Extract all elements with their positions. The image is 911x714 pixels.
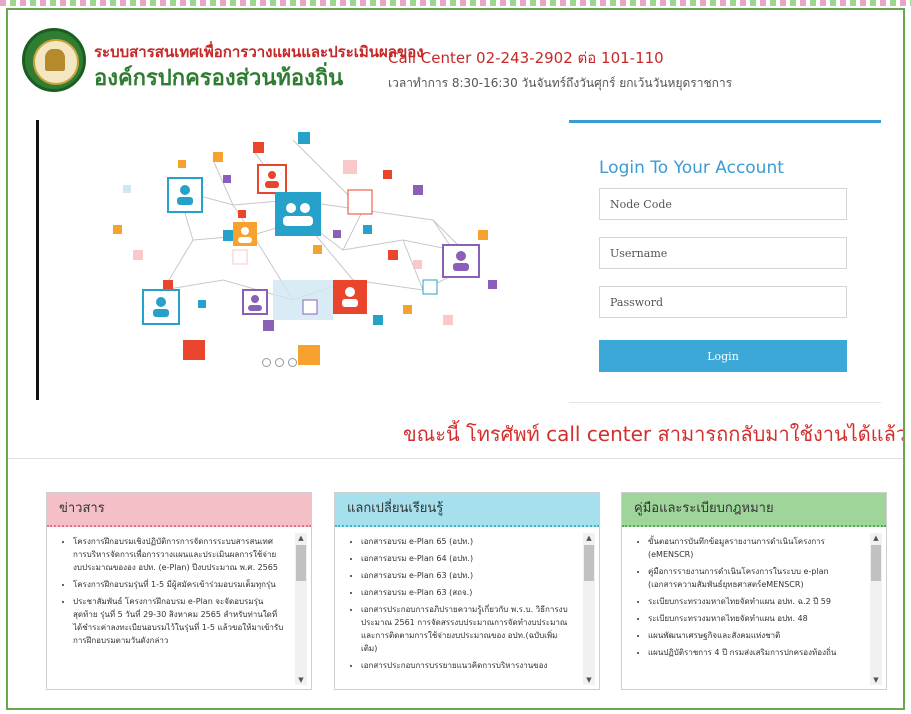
office-hours: เวลาทำการ 8:30-16:30 วันจันทร์ถึงวันศุกร… — [388, 76, 733, 90]
panel-knowledge-body: เอกสารอบรม e-Plan 65 (อปท.) เอกสารอบรม e… — [335, 527, 599, 689]
section-divider — [8, 458, 903, 459]
scroll-up-icon[interactable]: ▲ — [295, 533, 307, 543]
panel-news: ข่าวสาร โครงการฝึกอบรมเชิงปฏิบัติการการจ… — [46, 492, 312, 690]
carousel-dot[interactable] — [262, 358, 271, 367]
login-bottom-border — [569, 402, 881, 403]
scroll-down-icon[interactable]: ▼ — [295, 675, 307, 685]
username-input[interactable] — [599, 237, 847, 269]
scrollbar-thumb[interactable] — [871, 545, 881, 581]
carousel-dot[interactable] — [275, 358, 284, 367]
list-item[interactable]: แผนปฏิบัติราชการ 4 ปี กรมส่งเสริมการปกคร… — [648, 646, 860, 659]
password-input[interactable] — [599, 286, 847, 318]
scrollbar[interactable]: ▲ ▼ — [870, 533, 882, 685]
scrollbar-thumb[interactable] — [584, 545, 594, 581]
call-center-notice: ขณะนี้ โทรศัพท์ call center สามารถกลับมา… — [403, 422, 905, 446]
login-title: Login To Your Account — [599, 158, 784, 178]
list-item[interactable]: โครงการฝึกอบรมรุ่นที่ 1-5 มีผู้สมัครเข้า… — [73, 578, 285, 591]
hero-left-divider — [36, 120, 39, 400]
list-item[interactable]: ระเบียบกระทรวงมหาดไทยจัดทำแผน อปท. 48 — [648, 612, 860, 625]
panel-manuals-body: ขั้นตอนการบันทึกข้อมูลรายงานการดำเนินโคร… — [622, 527, 886, 689]
network-illustration — [113, 132, 497, 365]
login-button[interactable]: Login — [599, 340, 847, 372]
list-item[interactable]: ขั้นตอนการบันทึกข้อมูลรายงานการดำเนินโคร… — [648, 535, 860, 561]
list-item[interactable]: เอกสารอบรม e-Plan 63 (อปท.) — [361, 569, 573, 582]
list-item[interactable]: ประชาสัมพันธ์ โครงการฝึกอบรม e-Plan จะจั… — [73, 595, 285, 647]
scroll-up-icon[interactable]: ▲ — [583, 533, 595, 543]
list-item[interactable]: ระเบียบกระทรวงมหาดไทยจัดทำแผน อปท. ฉ.2 ป… — [648, 595, 860, 608]
scrollbar-thumb[interactable] — [296, 545, 306, 581]
scroll-down-icon[interactable]: ▼ — [870, 675, 882, 685]
panel-knowledge-title: แลกเปลี่ยนเรียนรู้ — [347, 501, 444, 516]
panel-knowledge-header: แลกเปลี่ยนเรียนรู้ — [335, 493, 599, 527]
call-center-info: Call Center 02-243-2902 ต่อ 101-110 — [388, 49, 664, 67]
panel-manuals-title: คู่มือและระเบียบกฎหมาย — [634, 501, 774, 516]
panel-manuals: คู่มือและระเบียบกฎหมาย ขั้นตอนการบันทึกข… — [621, 492, 887, 690]
department-logo — [22, 28, 86, 92]
scroll-down-icon[interactable]: ▼ — [583, 675, 595, 685]
list-item[interactable]: เอกสารประกอบการอภิปรายความรู้เกี่ยวกับ พ… — [361, 603, 573, 655]
list-item[interactable]: เอกสารอบรม e-Plan 65 (อปท.) — [361, 535, 573, 548]
list-item[interactable]: โครงการฝึกอบรมเชิงปฏิบัติการการจัดการระบ… — [73, 535, 285, 574]
panel-news-header: ข่าวสาร — [47, 493, 311, 527]
site-title-line2: องค์กรปกครองส่วนท้องถิ่น — [94, 66, 344, 91]
list-item[interactable]: เอกสารอบรม e-Plan 63 (สถจ.) — [361, 586, 573, 599]
scrollbar[interactable]: ▲ ▼ — [583, 533, 595, 685]
node-code-input[interactable] — [599, 188, 847, 220]
list-item[interactable]: แผนพัฒนาเศรษฐกิจและสังคมแห่งชาติ — [648, 629, 860, 642]
scroll-up-icon[interactable]: ▲ — [870, 533, 882, 543]
list-item[interactable]: เอกสารประกอบการบรรยายแนวคิดการบริหารงานข… — [361, 659, 573, 672]
login-top-border — [569, 120, 881, 123]
panel-news-body: โครงการฝึกอบรมเชิงปฏิบัติการการจัดการระบ… — [47, 527, 311, 689]
panel-news-title: ข่าวสาร — [59, 501, 105, 516]
top-dashed-border — [0, 0, 911, 6]
scrollbar[interactable]: ▲ ▼ — [295, 533, 307, 685]
page-frame: ระบบสารสนเทศเพื่อการวางแผนและประเมินผลขอ… — [6, 8, 905, 710]
panel-knowledge: แลกเปลี่ยนเรียนรู้ เอกสารอบรม e-Plan 65 … — [334, 492, 600, 690]
panel-manuals-header: คู่มือและระเบียบกฎหมาย — [622, 493, 886, 527]
list-item[interactable]: คู่มือการรายงานการดำเนินโครงการในระบบ e-… — [648, 565, 860, 591]
list-item[interactable]: เอกสารอบรม e-Plan 64 (อปท.) — [361, 552, 573, 565]
carousel-dot[interactable] — [288, 358, 297, 367]
carousel-indicators — [262, 358, 297, 367]
